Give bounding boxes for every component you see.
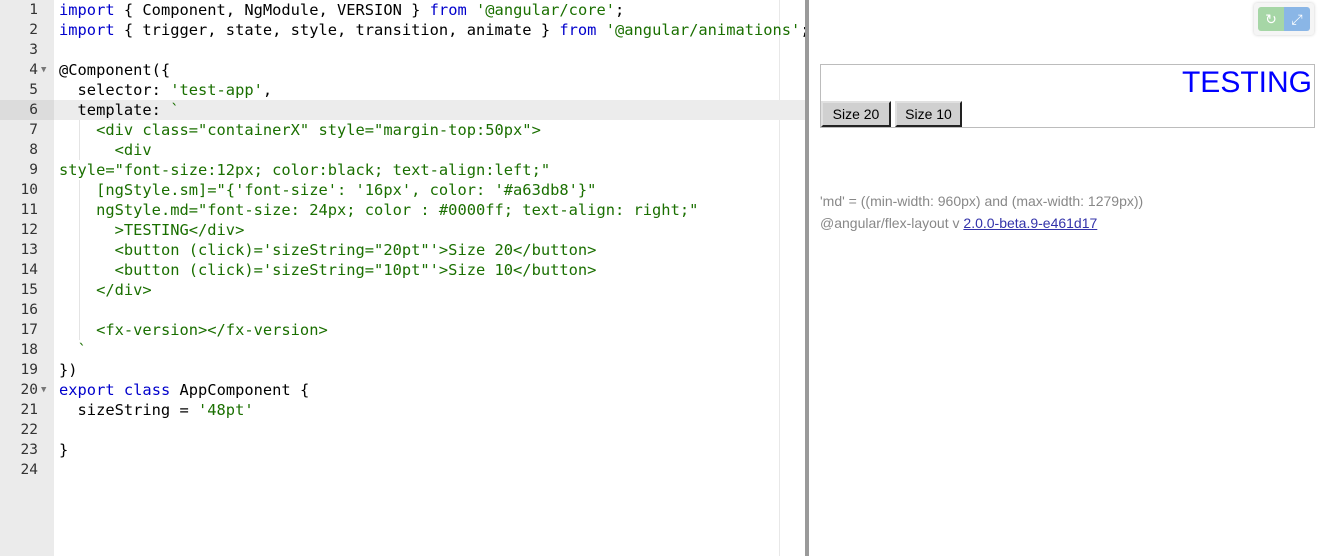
- code-line[interactable]: 24: [0, 460, 806, 480]
- code-text: [ngStyle.sm]="{'font-size': '16px', colo…: [96, 181, 597, 199]
- line-number: 2: [29, 22, 38, 38]
- line-number: 9: [29, 162, 38, 178]
- code-line[interactable]: 2 import { trigger, state, style, transit…: [0, 20, 806, 40]
- code-text: export class AppComponent {: [59, 381, 310, 399]
- size-20-button[interactable]: Size 20: [821, 101, 891, 127]
- line-number: 15: [20, 282, 38, 298]
- code-line[interactable]: 19}): [0, 360, 806, 380]
- code-line[interactable]: 6 template: `: [0, 100, 806, 120]
- line-number: 6: [29, 102, 38, 118]
- code-line[interactable]: 21 sizeString = '48pt': [0, 400, 806, 420]
- code-line[interactable]: 7 <div class="containerX" style="margin-…: [0, 120, 806, 140]
- code-line[interactable]: 3: [0, 40, 806, 60]
- code-line[interactable]: 11 ngStyle.md="font-size: 24px; color : …: [0, 200, 806, 220]
- line-number: 20: [20, 382, 38, 398]
- fx-version: 'md' = ((min-width: 960px) and (max-widt…: [820, 190, 1143, 234]
- code-text: selector: 'test-app',: [59, 81, 273, 99]
- line-number: 16: [20, 302, 38, 318]
- line-number: 12: [20, 222, 38, 238]
- code-text: >TESTING</div>: [114, 221, 245, 239]
- code-text: }: [59, 441, 69, 459]
- line-number: 4: [29, 62, 38, 78]
- code-line[interactable]: 12 >TESTING</div>: [0, 220, 806, 240]
- line-number: 1: [29, 2, 38, 18]
- line-number: 22: [20, 422, 38, 438]
- code-editor[interactable]: 1 import { Component, NgModule, VERSION }…: [0, 0, 806, 556]
- line-number: 10: [20, 182, 38, 198]
- line-number: 8: [29, 142, 38, 158]
- code-text: template: `: [59, 101, 180, 119]
- code-line[interactable]: 15 </div>: [0, 280, 806, 300]
- code-line[interactable]: 10 [ngStyle.sm]="{'font-size': '16px', c…: [0, 180, 806, 200]
- line-number: 24: [20, 462, 38, 478]
- expand-icon[interactable]: ⤢: [1284, 7, 1310, 31]
- line-number: 19: [20, 362, 38, 378]
- fold-arrow-icon[interactable]: ▼: [41, 60, 46, 80]
- code-lines[interactable]: 1 import { Component, NgModule, VERSION }…: [0, 0, 806, 480]
- container-x: TESTING Size 20 Size 10: [820, 64, 1315, 128]
- code-line[interactable]: 17 <fx-version></fx-version>: [0, 320, 806, 340]
- version-line: @angular/flex-layout v 2.0.0-beta.9-e461…: [820, 212, 1143, 234]
- code-text: `: [77, 341, 87, 359]
- line-number: 18: [20, 342, 38, 358]
- line-number: 5: [29, 82, 38, 98]
- code-line[interactable]: 23}: [0, 440, 806, 460]
- line-number: 14: [20, 262, 38, 278]
- size-10-button[interactable]: Size 10: [895, 101, 962, 127]
- line-number: 3: [29, 42, 38, 58]
- preview-pane: ↻ ⤢ TESTING Size 20 Size 10 'md' = ((min…: [809, 0, 1322, 556]
- code-line[interactable]: 5 selector: 'test-app',: [0, 80, 806, 100]
- code-text: sizeString = '48pt': [59, 401, 254, 419]
- code-text: }): [59, 361, 78, 379]
- code-line[interactable]: 20 ▼ export class AppComponent {: [0, 380, 806, 400]
- code-line[interactable]: 4 ▼ @Component({: [0, 60, 806, 80]
- code-text: style="font-size:12px; color:black; text…: [59, 161, 551, 179]
- code-line[interactable]: 18 `: [0, 340, 806, 360]
- code-line[interactable]: 1 import { Component, NgModule, VERSION }…: [0, 0, 806, 20]
- code-text: ngStyle.md="font-size: 24px; color : #00…: [96, 201, 699, 219]
- version-prefix: @angular/flex-layout v: [820, 215, 960, 231]
- line-number: 21: [20, 402, 38, 418]
- testing-text: TESTING: [1181, 66, 1312, 99]
- code-line[interactable]: 8 <div: [0, 140, 806, 160]
- version-link[interactable]: 2.0.0-beta.9-e461d17: [963, 215, 1097, 231]
- preview-toolbar: ↻ ⤢: [1254, 3, 1314, 35]
- code-text: @Component({: [59, 61, 171, 79]
- code-text: import { Component, NgModule, VERSION } …: [59, 1, 625, 19]
- line-number: 17: [20, 322, 38, 338]
- code-text: <fx-version></fx-version>: [96, 321, 328, 339]
- indent-guide: [79, 300, 80, 320]
- code-text: <div: [114, 141, 152, 159]
- refresh-icon[interactable]: ↻: [1258, 7, 1284, 31]
- line-number: 7: [29, 122, 38, 138]
- fold-arrow-icon[interactable]: ▼: [41, 380, 46, 400]
- line-number: 13: [20, 242, 38, 258]
- media-query-text: 'md' = ((min-width: 960px) and (max-widt…: [820, 193, 1144, 209]
- code-line[interactable]: 14 <button (click)='sizeString="10pt"'>S…: [0, 260, 806, 280]
- code-text: <button (click)='sizeString="20pt"'>Size…: [114, 241, 597, 259]
- code-text: <div class="containerX" style="margin-to…: [96, 121, 541, 139]
- code-line[interactable]: 9 style="font-size:12px; color:black; tex…: [0, 160, 806, 180]
- code-line[interactable]: 16: [0, 300, 806, 320]
- code-text: <button (click)='sizeString="10pt"'>Size…: [114, 261, 597, 279]
- line-number: 23: [20, 442, 38, 458]
- code-text: import { trigger, state, style, transiti…: [59, 21, 806, 39]
- code-line[interactable]: 13 <button (click)='sizeString="20pt"'>S…: [0, 240, 806, 260]
- code-line[interactable]: 22: [0, 420, 806, 440]
- code-text: </div>: [96, 281, 152, 299]
- line-number: 11: [20, 202, 38, 218]
